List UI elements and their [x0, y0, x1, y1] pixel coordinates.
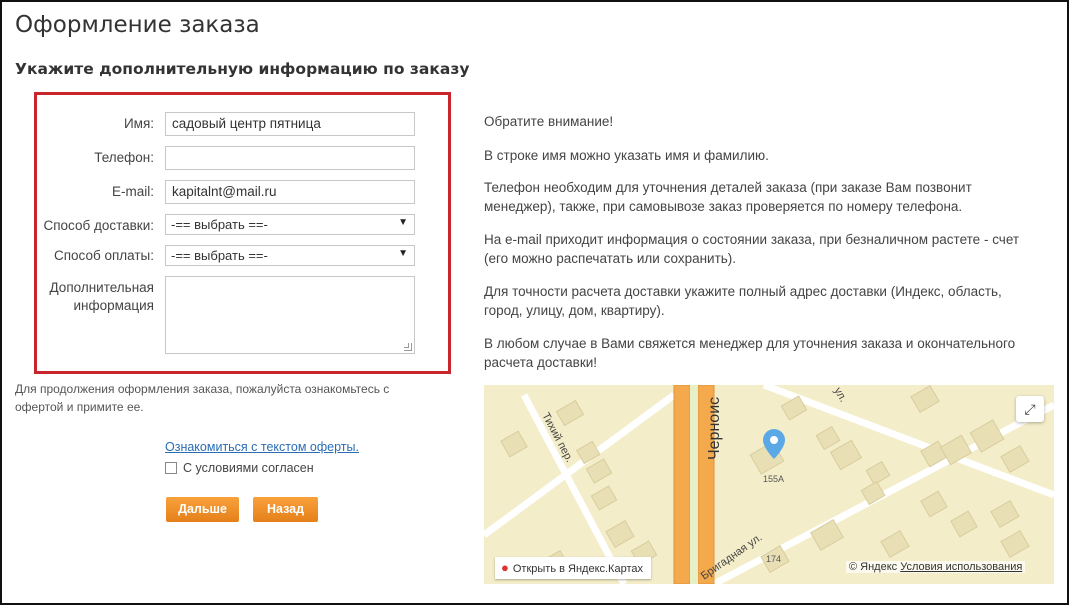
info-paragraph-email-line2: (его можно распечатать или сохранить). — [484, 251, 737, 266]
map-copyright: © Яндекс Условия использования — [846, 561, 1026, 573]
extra-info-textarea[interactable] — [165, 276, 415, 354]
chevron-down-icon: ▼ — [398, 217, 408, 228]
map-pin-icon: ● — [501, 560, 509, 575]
chevron-down-icon: ▼ — [398, 248, 408, 259]
offer-notice-line1: Для продолжения оформления заказа, пожал… — [15, 382, 390, 396]
open-in-yandex-maps-label: Открыть в Яндекс.Картах — [512, 563, 643, 575]
map-terms-link[interactable]: Условия использования — [900, 561, 1022, 573]
info-paragraph-phone-line1: Телефон необходим для уточнения деталей … — [484, 180, 972, 195]
offer-notice: Для продолжения оформления заказа, пожал… — [15, 380, 415, 416]
name-label: Имя: — [123, 116, 154, 131]
payment-label: Способ оплаты: — [53, 248, 154, 263]
attention-heading: Обратите внимание! — [484, 114, 614, 129]
delivery-select-value: -== выбрать ==- — [171, 217, 268, 232]
phone-label: Телефон: — [94, 150, 154, 165]
resize-handle-icon[interactable] — [404, 343, 412, 351]
extra-info-label-line1: Дополнительная — [49, 280, 154, 295]
road-main-1 — [673, 385, 691, 584]
email-label: E-mail: — [111, 184, 154, 199]
offer-notice-line2: офертой и примите ее. — [15, 400, 144, 414]
info-paragraph-email-line1: На e-mail приходит информация о состояни… — [484, 232, 1020, 247]
extra-info-label-line2: информация — [73, 298, 155, 313]
payment-select-value: -== выбрать ==- — [171, 248, 268, 263]
info-paragraph-address-line2: город, улицу, дом, квартиру). — [484, 303, 665, 318]
info-paragraph-phone-line2: менеджер), также, при самовывозе заказ п… — [484, 199, 963, 214]
map-label-174: 174 — [766, 554, 781, 564]
extra-info-label: Дополнительная информация — [36, 279, 154, 315]
phone-field[interactable] — [165, 146, 415, 170]
info-paragraph-phone: Телефон необходим для уточнения деталей … — [484, 178, 1054, 216]
next-button[interactable]: Дальше — [166, 497, 239, 522]
name-field[interactable]: садовый центр пятница — [165, 112, 415, 136]
road-median — [690, 385, 698, 584]
map[interactable]: Тихий пер. Черноис Бригадная ул. ул. 155… — [484, 385, 1054, 584]
info-paragraph-address: Для точности расчета доставки укажите по… — [484, 282, 1054, 320]
map-copyright-text: © Яндекс — [849, 561, 898, 573]
agree-row[interactable]: С условиями согласен — [165, 461, 314, 475]
payment-select[interactable]: -== выбрать ==- ▼ — [165, 245, 415, 266]
page-title: Оформление заказа — [15, 12, 260, 38]
map-label-155a: 155А — [763, 474, 784, 484]
expand-icon[interactable]: ⤢ — [1016, 396, 1044, 422]
open-in-yandex-maps-link[interactable]: ● Открыть в Яндекс.Картах — [495, 557, 651, 579]
delivery-label: Способ доставки: — [43, 218, 154, 233]
info-paragraph-manager-line1: В любом случае в Вами свяжется менеджер … — [484, 336, 1016, 351]
map-label-ul: ул. — [831, 386, 849, 405]
email-field[interactable]: kapitalnt@mail.ru — [165, 180, 415, 204]
map-canvas[interactable]: Тихий пер. Черноис Бригадная ул. ул. 155… — [484, 385, 1054, 584]
offer-link[interactable]: Ознакомиться с текстом оферты. — [165, 440, 359, 454]
info-paragraph-email: На e-mail приходит информация о состояни… — [484, 230, 1054, 268]
map-label-chernois: Черноис — [706, 397, 723, 460]
info-paragraph-address-line1: Для точности расчета доставки укажите по… — [484, 284, 1002, 299]
info-paragraph-manager: В любом случае в Вами свяжется менеджер … — [484, 334, 1054, 372]
agree-label: С условиями согласен — [183, 461, 314, 475]
info-paragraph-manager-line2: расчета доставки! — [484, 355, 598, 370]
back-button[interactable]: Назад — [253, 497, 318, 522]
delivery-select[interactable]: -== выбрать ==- ▼ — [165, 214, 415, 235]
info-paragraph-name: В строке имя можно указать имя и фамилию… — [484, 148, 769, 163]
agree-checkbox[interactable] — [165, 462, 177, 474]
section-title: Укажите дополнительную информацию по зак… — [15, 60, 470, 78]
